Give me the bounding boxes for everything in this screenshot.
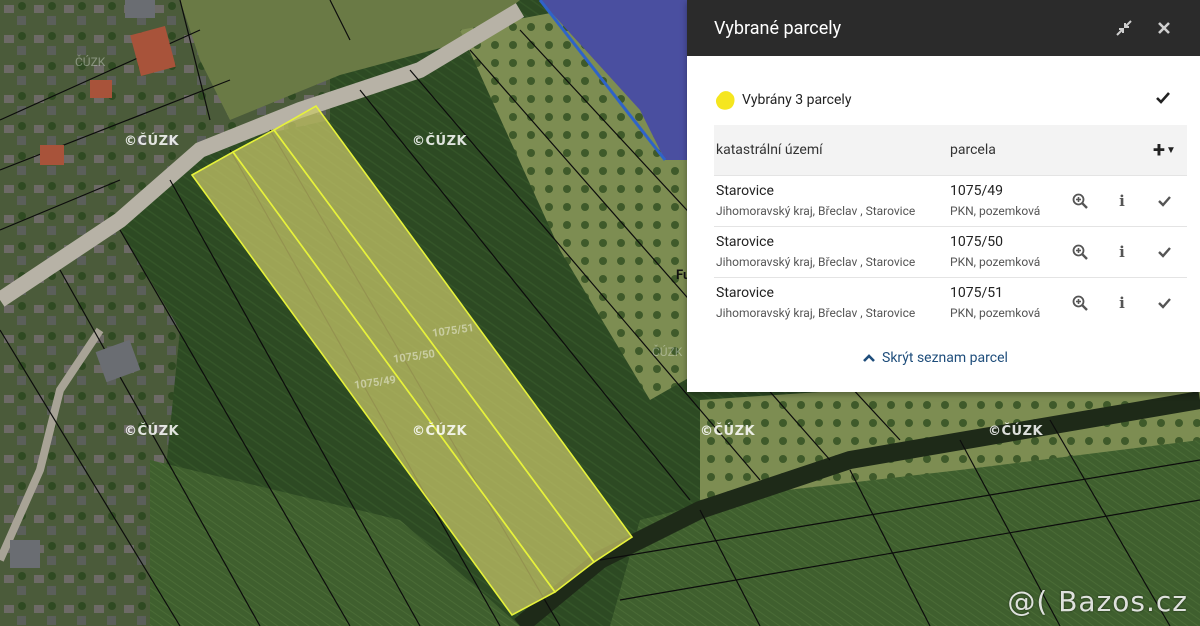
table-row: Starovice Jihomoravský kraj, Břeclav , S… xyxy=(714,226,1187,277)
cadastral-area-region: Jihomoravský kraj, Břeclav , Starovice xyxy=(716,204,916,218)
zoom-in-icon[interactable] xyxy=(1069,241,1091,263)
parcel-color-swatch-icon xyxy=(715,91,735,110)
cuzk-watermark: ©ČÚZK xyxy=(124,424,180,439)
zoom-in-icon[interactable] xyxy=(1069,292,1091,314)
cuzk-watermark: ©ČÚZK xyxy=(988,424,1044,439)
info-icon[interactable]: i xyxy=(1111,190,1133,212)
column-header-cadastral-area: katastrální území xyxy=(716,142,823,158)
plus-icon: + xyxy=(1153,138,1165,163)
column-header-parcel: parcela xyxy=(950,142,996,158)
add-parcel-dropdown-button[interactable]: + ▼ xyxy=(1153,138,1176,163)
selection-count-text: Vybrány 3 parcely xyxy=(742,92,852,108)
cadastral-area-region: Jihomoravský kraj, Břeclav , Starovice xyxy=(716,255,916,269)
parcel-number: 1075/51 xyxy=(950,285,1003,301)
check-icon[interactable] xyxy=(1153,190,1175,212)
chevron-up-icon xyxy=(863,354,875,362)
parcel-number: 1075/49 xyxy=(950,183,1003,199)
cadastral-area-name: Starovice xyxy=(716,285,774,301)
hide-parcel-list-label: Skrýt seznam parcel xyxy=(882,350,1008,366)
table-row: Starovice Jihomoravský kraj, Břeclav , S… xyxy=(714,277,1187,328)
caret-down-icon: ▼ xyxy=(1166,145,1176,156)
parcel-type: PKN, pozemková xyxy=(950,204,1041,218)
collapse-arrows-icon[interactable] xyxy=(1113,17,1135,39)
cuzk-watermark: ©ČÚZK xyxy=(412,134,468,149)
check-icon[interactable] xyxy=(1153,292,1175,314)
cadastral-area-region: Jihomoravský kraj, Břeclav , Starovice xyxy=(716,306,916,320)
parcel-type: PKN, pozemková xyxy=(950,255,1041,269)
cuzk-text: ČÚZK xyxy=(75,55,106,69)
cuzk-text: ČÚZK xyxy=(652,345,683,359)
info-icon[interactable]: i xyxy=(1111,292,1133,314)
info-icon[interactable]: i xyxy=(1111,241,1133,263)
select-all-check-icon[interactable] xyxy=(1155,90,1171,109)
panel-title: Vybrané parcely xyxy=(714,17,842,39)
cadastral-area-name: Starovice xyxy=(716,234,774,250)
selected-parcels-panel: Vybrané parcely Vybrány 3 parcely katast… xyxy=(687,0,1200,392)
table-header: katastrální území parcela + ▼ xyxy=(714,125,1187,175)
panel-header: Vybrané parcely xyxy=(687,0,1200,56)
cuzk-watermark: ©ČÚZK xyxy=(124,134,180,149)
cuzk-watermark: ©ČÚZK xyxy=(412,424,468,439)
check-icon[interactable] xyxy=(1153,241,1175,263)
close-icon[interactable] xyxy=(1153,17,1175,39)
parcel-number: 1075/50 xyxy=(950,234,1003,250)
cuzk-watermark: ©ČÚZK xyxy=(700,424,756,439)
parcel-type: PKN, pozemková xyxy=(950,306,1041,320)
hide-parcel-list-link[interactable]: Skrýt seznam parcel xyxy=(862,350,1008,366)
bazos-watermark: @( Bazos.cz xyxy=(1007,585,1188,618)
zoom-in-icon[interactable] xyxy=(1069,190,1091,212)
table-row: Starovice Jihomoravský kraj, Břeclav , S… xyxy=(714,175,1187,226)
selection-summary: Vybrány 3 parcely xyxy=(714,86,1184,114)
cadastral-area-name: Starovice xyxy=(716,183,774,199)
